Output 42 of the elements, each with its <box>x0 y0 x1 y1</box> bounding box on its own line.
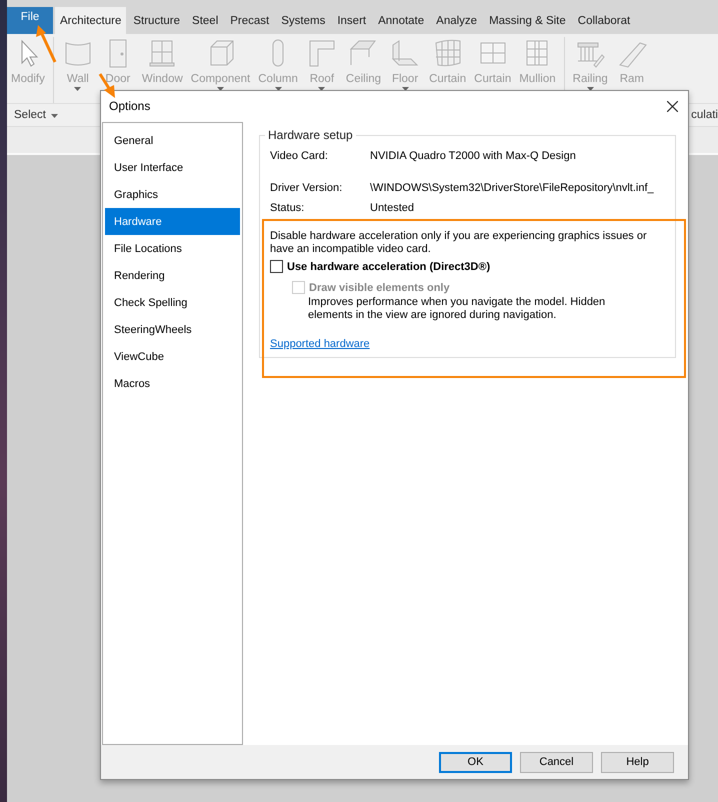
supported-hardware-link[interactable]: Supported hardware <box>270 338 370 350</box>
ribbon-tab[interactable]: Systems <box>276 7 330 34</box>
field-label: Status: <box>270 202 306 216</box>
category-item[interactable]: General <box>105 127 240 154</box>
dialog-button[interactable]: OK <box>439 752 512 772</box>
category-item[interactable]: User Interface <box>105 154 240 181</box>
annotation-arrow <box>36 25 56 63</box>
category-item[interactable]: ViewCube <box>105 343 240 370</box>
panel-label[interactable]: Select <box>14 109 58 121</box>
ribbon-tab[interactable]: Massing & Site <box>484 7 571 34</box>
ribbon-tab[interactable]: Precast <box>225 7 274 34</box>
note-text: Disable hardware acceleration only if you are experiencing graphics issues or have an incompatible video card. <box>270 230 648 256</box>
category-item[interactable]: Macros <box>105 370 240 397</box>
category-item[interactable]: Graphics <box>105 181 240 208</box>
ribbon-tab[interactable]: Insert <box>332 7 372 34</box>
category-item[interactable]: File Locations <box>105 235 240 262</box>
category-item[interactable]: Check Spelling <box>105 289 240 316</box>
category-item[interactable]: SteeringWheels <box>105 316 240 343</box>
ribbon-tab[interactable]: Steel <box>187 7 224 34</box>
checkbox-label: Draw visible elements only <box>309 282 450 294</box>
ribbon-tab[interactable]: Collaborat <box>572 7 636 34</box>
option-description: Improves performance when you navigate the model. Hidden elements in the view are ignored during navigation. <box>308 296 606 322</box>
field-value: \WINDOWS\System32\DriverStore\FileRepository\nvlt.inf_ <box>370 182 654 196</box>
dialog-button[interactable]: Help <box>601 752 674 772</box>
panel-label[interactable]: culati <box>691 109 718 121</box>
field-label: Driver Version: <box>270 182 344 196</box>
checkbox[interactable] <box>270 260 283 273</box>
group-title: Hardware setup <box>265 128 356 142</box>
dialog-title: Options <box>109 99 150 113</box>
field-label: Video Card: <box>270 150 329 164</box>
dialog-button[interactable]: Cancel <box>520 752 593 772</box>
checkbox-label: Use hardware acceleration (Direct3D®) <box>287 260 490 272</box>
ribbon-tab[interactable]: Structure <box>128 7 186 34</box>
application-menu-tab[interactable]: File <box>7 7 53 34</box>
ribbon-tab[interactable]: Analyze <box>431 7 482 34</box>
category-item[interactable]: Hardware <box>105 208 240 235</box>
ribbon-tab[interactable]: Architecture <box>55 7 126 34</box>
field-value: NVIDIA Quadro T2000 with Max-Q Design <box>370 150 576 164</box>
ribbon-tab[interactable]: Annotate <box>373 7 430 34</box>
field-value: Untested <box>370 202 414 216</box>
close-icon <box>666 100 678 112</box>
category-item[interactable]: Rendering <box>105 262 240 289</box>
